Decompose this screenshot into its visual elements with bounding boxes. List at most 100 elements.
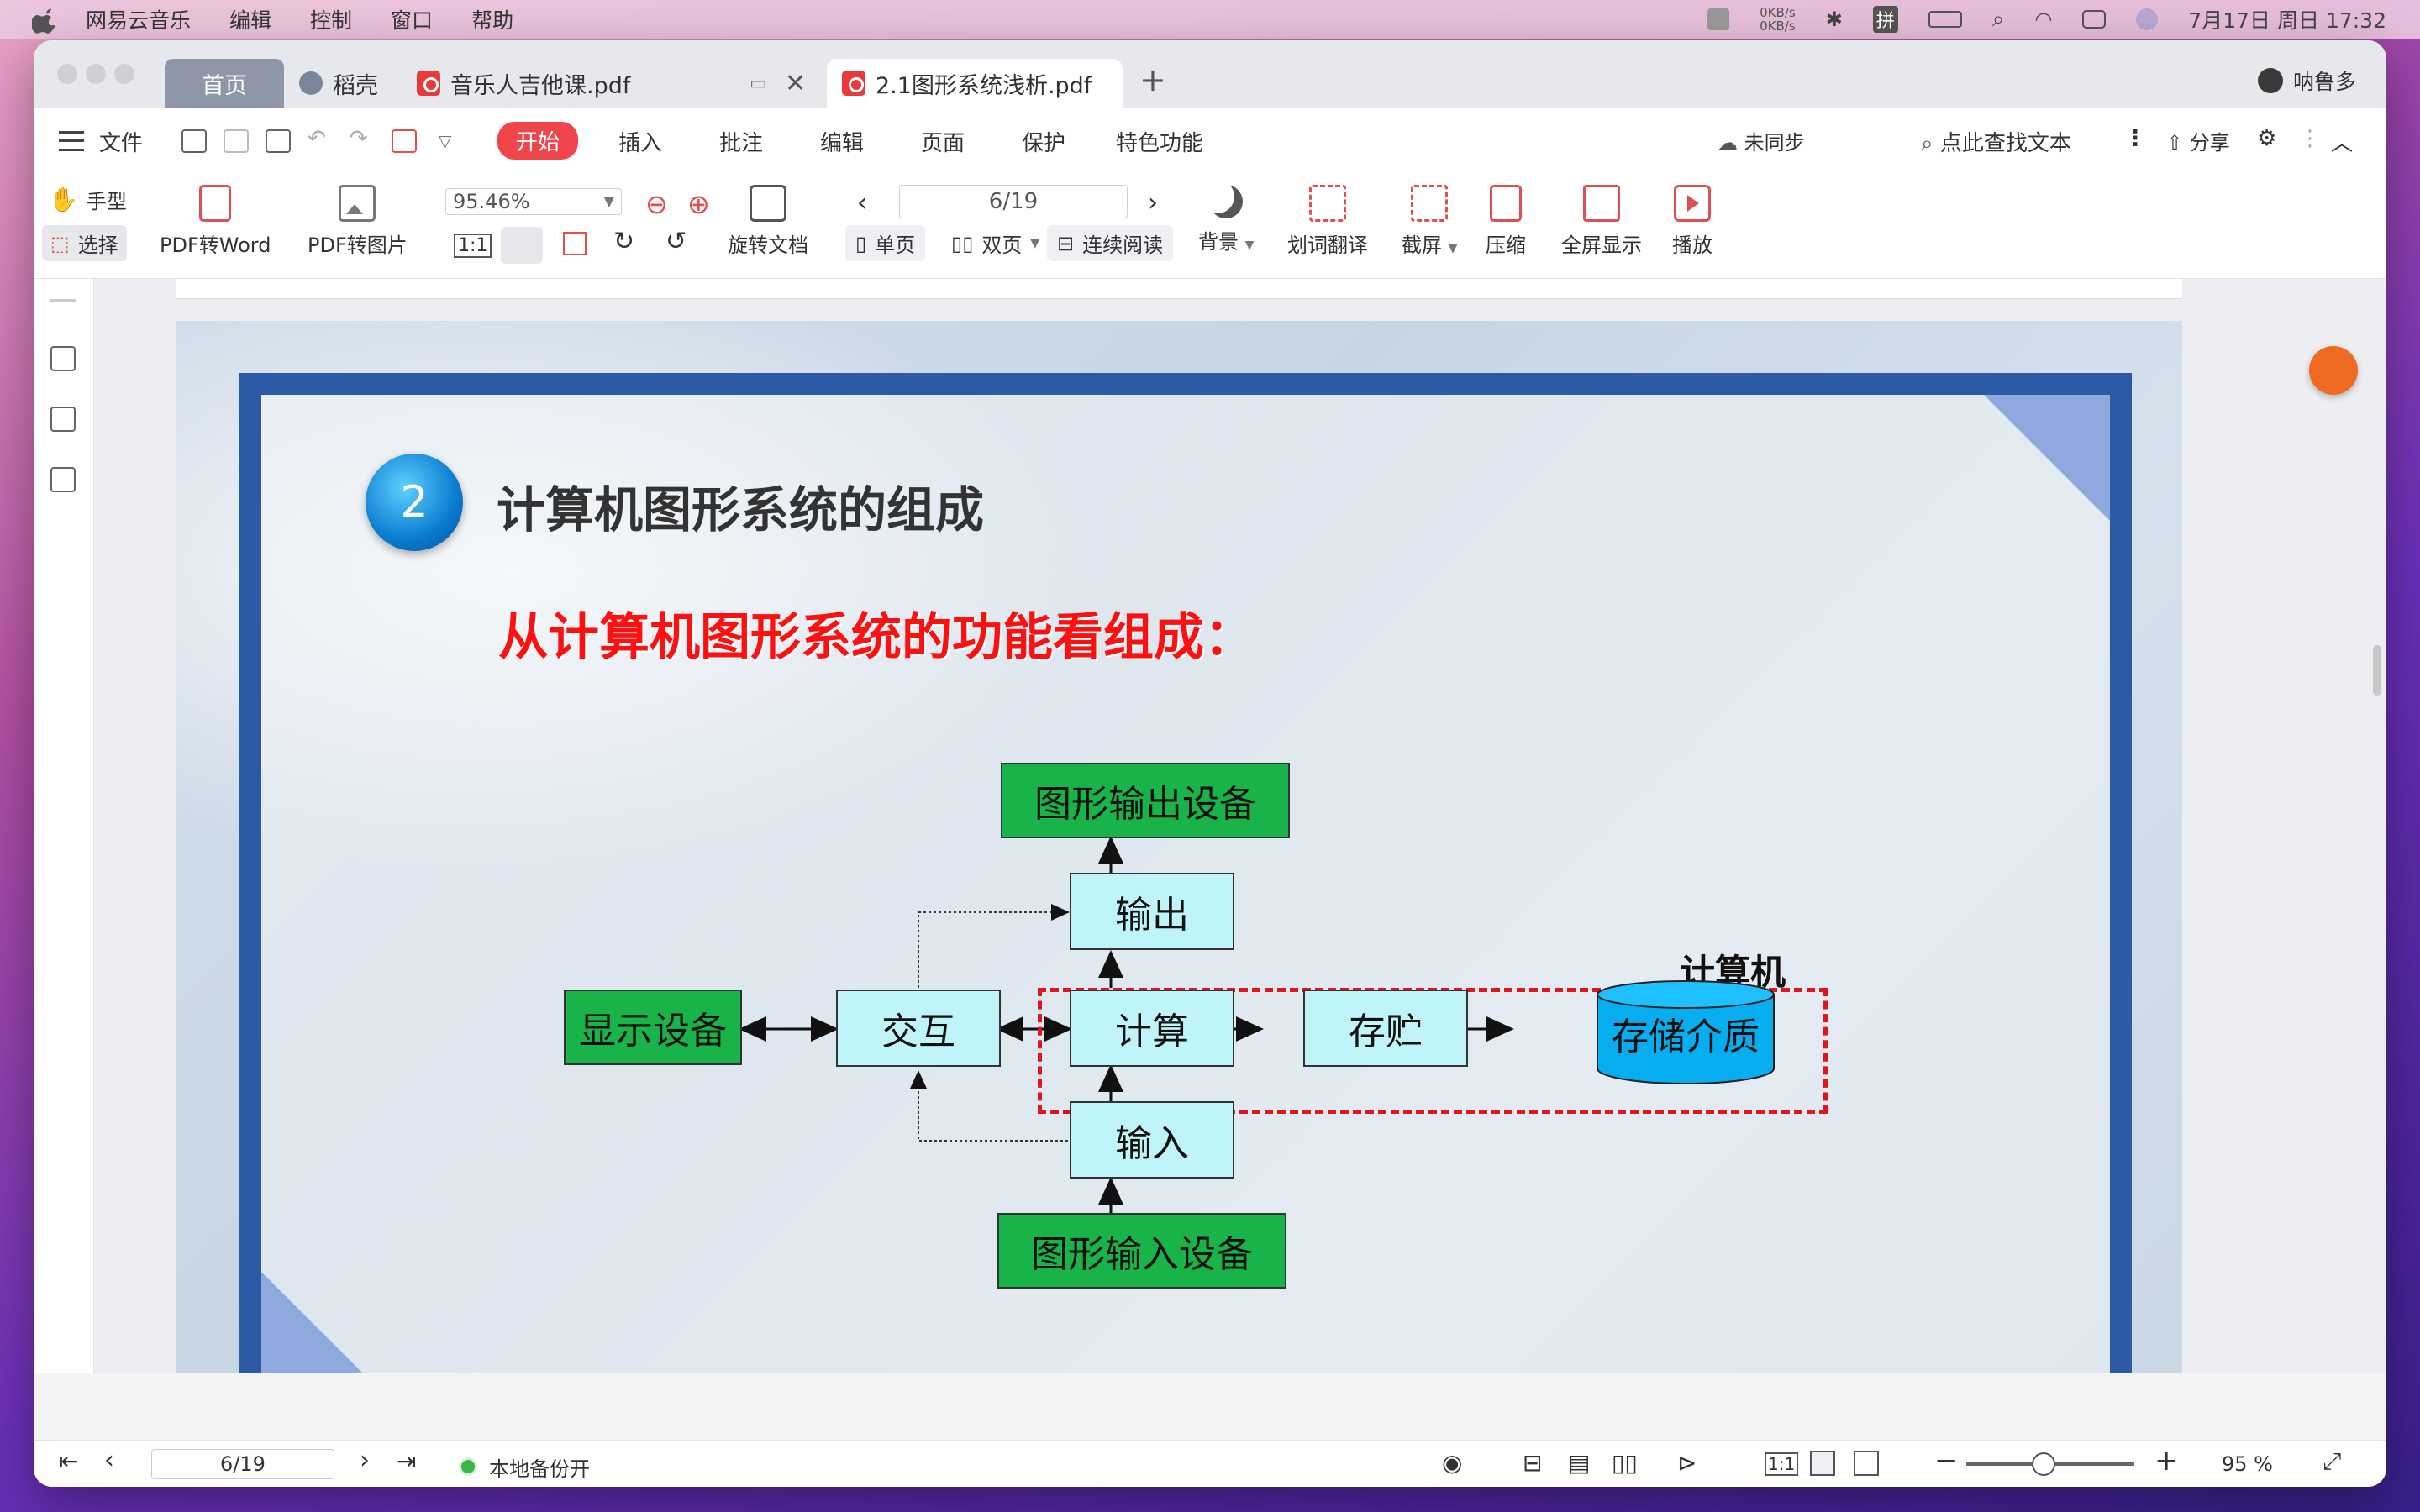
next-page-icon[interactable]: › xyxy=(360,1446,370,1475)
fit-width-icon[interactable] xyxy=(563,232,587,255)
fit-page-icon[interactable] xyxy=(501,227,543,264)
continuous-reading-button[interactable]: ⊟ 连续阅读 xyxy=(1047,225,1174,261)
settings-gear-icon[interactable]: ⚙ xyxy=(2257,126,2276,151)
hamburger-menu-icon[interactable] xyxy=(59,131,84,151)
word-translate-button[interactable]: 划词翻译 xyxy=(1287,185,1368,258)
quick-access-dropdown-icon[interactable]: ▽ xyxy=(439,131,451,151)
redo-icon[interactable]: ↷ xyxy=(350,126,368,151)
zoom-slider-knob[interactable] xyxy=(2032,1452,2055,1476)
tab-special-features[interactable]: 特色功能 xyxy=(1116,126,1203,157)
page-number-input[interactable]: 6/19 xyxy=(899,185,1128,218)
prev-page-icon[interactable]: ‹ xyxy=(857,188,867,218)
netease-tray-icon[interactable] xyxy=(1707,8,1730,30)
siri-icon[interactable] xyxy=(2136,8,2159,30)
sync-status[interactable]: ☁ 未同步 xyxy=(1718,126,1805,155)
first-page-icon[interactable]: ⇤ xyxy=(59,1447,78,1475)
vertical-scrollbar[interactable] xyxy=(2373,645,2381,696)
zoom-in-button[interactable]: + xyxy=(2154,1444,2179,1478)
pdf-to-word-button[interactable]: PDF转Word xyxy=(160,185,271,258)
rotate-right-icon[interactable]: ↻ xyxy=(613,227,634,256)
eye-protection-icon[interactable]: ◉ xyxy=(1442,1449,1462,1477)
search-icon[interactable]: ⌕ xyxy=(1992,7,2005,33)
prev-page-icon[interactable]: ‹ xyxy=(104,1446,114,1475)
tab-protect[interactable]: 保护 xyxy=(1022,126,1065,157)
floating-feedback-button[interactable] xyxy=(2309,346,2358,395)
rail-handle[interactable] xyxy=(50,299,76,302)
menu-help[interactable]: 帮助 xyxy=(471,4,513,34)
single-page-button[interactable]: ▯ 单页 xyxy=(845,225,926,261)
rotate-left-icon[interactable]: ↺ xyxy=(666,227,687,256)
tab-daoke[interactable]: 稻壳 xyxy=(299,59,378,108)
new-tab-button[interactable]: + xyxy=(1139,64,1166,96)
outline-icon[interactable] xyxy=(50,346,76,371)
pdf-to-image-button[interactable]: PDF转图片 xyxy=(308,185,408,258)
undo-icon[interactable]: ↶ xyxy=(308,126,326,151)
find-text-button[interactable]: ⌕ 点此查找文本 xyxy=(1921,126,2071,157)
menu-control[interactable]: 控制 xyxy=(310,4,352,34)
zoom-out-button[interactable]: − xyxy=(1934,1444,1959,1478)
word-panel-icon[interactable] xyxy=(50,467,76,492)
apple-icon[interactable] xyxy=(32,5,60,34)
menu-edit[interactable]: 编辑 xyxy=(229,4,271,34)
hand-tool[interactable]: ✋ 手型 xyxy=(49,185,127,214)
double-page-view-icon[interactable]: ▯▯ xyxy=(1612,1449,1638,1477)
battery-icon[interactable] xyxy=(1928,11,1962,28)
pin-icon[interactable]: ▭ xyxy=(750,73,767,94)
single-page-view-icon[interactable]: ▤ xyxy=(1568,1449,1590,1477)
close-tab-icon[interactable]: ✕ xyxy=(785,69,806,98)
more-vertical-icon[interactable]: ⋮ xyxy=(2299,126,2321,151)
last-page-icon[interactable]: ⇥ xyxy=(397,1447,416,1475)
zoom-percentage[interactable]: 95 % xyxy=(2222,1452,2273,1476)
next-page-icon[interactable]: › xyxy=(1148,188,1158,218)
menu-window[interactable]: 窗口 xyxy=(391,4,433,34)
zoom-out-icon[interactable]: ⊖ xyxy=(645,188,668,220)
fullscreen-icon[interactable]: ⤢ xyxy=(2323,1447,2341,1476)
thumbnail-icon[interactable] xyxy=(50,407,76,432)
wifi-icon[interactable]: ◠ xyxy=(2034,8,2052,31)
control-center-icon[interactable] xyxy=(2082,10,2107,29)
select-tool[interactable]: ⬚ 选择 xyxy=(42,225,127,261)
collapse-ribbon-icon[interactable]: ︿ xyxy=(2331,126,2353,157)
tab-edit[interactable]: 编辑 xyxy=(820,126,864,157)
tab-home[interactable]: 首页 xyxy=(165,59,284,108)
app-menu[interactable]: 网易云音乐 xyxy=(86,4,191,34)
save-icon[interactable] xyxy=(224,129,249,153)
fullscreen-button[interactable]: 全屏显示 xyxy=(1561,185,1642,258)
actual-size-icon[interactable]: 1:1 xyxy=(1765,1452,1799,1476)
user-account[interactable]: 呐鲁多 xyxy=(2257,66,2356,96)
file-menu[interactable]: 文件 xyxy=(99,126,143,157)
rotate-document-button[interactable]: 旋转文档 xyxy=(728,185,808,258)
background-button[interactable]: 背景 ▼ xyxy=(1198,185,1254,255)
zoom-window-button[interactable] xyxy=(114,64,134,84)
tab-annotate[interactable]: 批注 xyxy=(719,126,763,157)
export-pdf-icon[interactable] xyxy=(392,129,417,153)
status-page-input[interactable]: 6/19 xyxy=(151,1449,334,1479)
continuous-view-icon[interactable]: ⊟ xyxy=(1523,1449,1542,1477)
open-folder-icon[interactable] xyxy=(182,129,207,153)
tab-guitar-pdf[interactable]: 音乐人吉他课.pdf ▭ ✕ xyxy=(417,59,837,108)
share-button[interactable]: ⇧ 分享 xyxy=(2166,126,2230,155)
tab-start[interactable]: 开始 xyxy=(497,122,579,160)
fit-page-icon[interactable] xyxy=(1810,1451,1835,1476)
close-window-button[interactable] xyxy=(57,64,77,84)
zoom-in-icon[interactable]: ⊕ xyxy=(687,188,710,220)
play-circle-icon[interactable]: ⊳ xyxy=(1677,1449,1697,1477)
play-button[interactable]: 播放 xyxy=(1672,185,1712,258)
print-icon[interactable] xyxy=(266,129,291,153)
zoom-select[interactable]: 95.46% ▼ xyxy=(445,188,622,215)
tab-page[interactable]: 页面 xyxy=(921,126,965,157)
actual-size-icon[interactable]: 1:1 xyxy=(454,234,492,258)
bluetooth-icon[interactable]: ✱ xyxy=(1826,8,1843,31)
minimize-window-button[interactable] xyxy=(86,64,106,84)
tab-graphics-pdf[interactable]: 2.1图形系统浅析.pdf xyxy=(827,59,1123,108)
double-page-button[interactable]: ▯▯ 双页 ▼ xyxy=(941,225,1050,261)
document-viewport[interactable]: 2 计算机图形系统的组成 从计算机图形系统的功能看组成： 计算机 图形输出设备 … xyxy=(95,279,2386,1373)
menubar-clock[interactable]: 7月17日 周日 17:32 xyxy=(2188,4,2386,34)
tab-insert[interactable]: 插入 xyxy=(618,126,662,157)
more-options-icon[interactable]: ⋮ xyxy=(2124,126,2146,151)
compress-button[interactable]: 压缩 xyxy=(1486,185,1526,258)
input-method-icon[interactable]: 拼 xyxy=(1872,6,1898,33)
fit-width-icon[interactable] xyxy=(1854,1451,1879,1476)
local-backup-label[interactable]: 本地备份开 xyxy=(489,1452,590,1482)
screenshot-button[interactable]: 截屏 ▼ xyxy=(1402,185,1457,258)
